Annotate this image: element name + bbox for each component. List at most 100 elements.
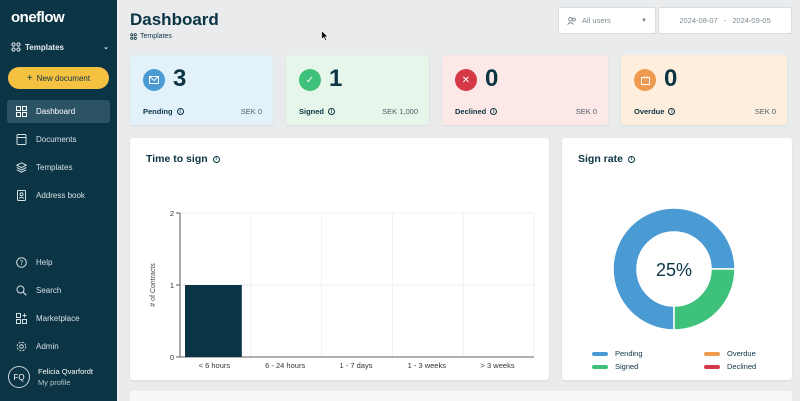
sidebar-item-label: Help <box>36 258 53 267</box>
new-document-label: New document <box>36 73 91 83</box>
avatar: FQ <box>8 366 30 388</box>
info-icon[interactable]: i <box>328 108 336 115</box>
users-filter-select[interactable]: All users ▼ <box>558 7 656 34</box>
calendar-icon <box>634 69 656 91</box>
grid-icon <box>15 106 27 118</box>
x-tick-label: 6 - 24 hours <box>265 361 305 370</box>
legend-item-pending: Pending <box>592 349 643 358</box>
stat-label: Declined <box>455 107 487 116</box>
oneflow-logo[interactable]: oneflow <box>11 9 65 26</box>
stat-amount: SEK 0 <box>754 107 776 116</box>
address-book-icon <box>15 190 27 202</box>
next-panel-edge <box>130 391 792 401</box>
y-tick-label: 0 <box>170 353 174 362</box>
sidebar-item-help[interactable]: ? Help <box>7 251 110 274</box>
sidebar-item-search[interactable]: Search <box>7 279 110 302</box>
stat-card-overdue[interactable]: 0 Overdue i SEK 0 <box>621 55 787 125</box>
bar <box>185 285 242 357</box>
mouse-cursor-icon <box>321 30 329 42</box>
check-icon: ✓ <box>299 69 321 91</box>
legend-label: Pending <box>615 349 643 358</box>
x-tick-label: 1 - 3 weeks <box>408 361 447 370</box>
sidebar-item-label: Marketplace <box>36 314 80 323</box>
legend-item-signed: Signed <box>592 362 638 371</box>
new-document-button[interactable]: + New document <box>8 67 109 89</box>
info-icon[interactable]: i <box>668 108 676 115</box>
sidebar-item-label: Dashboard <box>36 107 76 116</box>
stat-amount: SEK 0 <box>240 107 262 116</box>
stat-card-signed[interactable]: ✓ 1 Signed i SEK 1,000 <box>286 55 429 125</box>
stat-count: 1 <box>329 65 343 92</box>
legend-swatch <box>592 364 608 369</box>
y-tick-label: 2 <box>170 209 174 218</box>
page-title: Dashboard <box>130 10 219 29</box>
stat-count: 3 <box>173 65 187 92</box>
user-profile-link[interactable]: My profile <box>38 377 93 388</box>
workspace-label: Templates <box>25 42 64 52</box>
legend-label: Signed <box>615 362 639 371</box>
sidebar-item-documents[interactable]: Documents <box>7 128 110 151</box>
y-tick-label: 1 <box>170 281 174 290</box>
sidebar-item-templates[interactable]: Templates <box>7 156 110 179</box>
sidebar-item-label: Search <box>36 286 62 295</box>
stat-label: Signed <box>299 107 325 116</box>
sidebar-item-label: Documents <box>36 135 77 144</box>
stat-amount: SEK 0 <box>575 107 597 116</box>
workspace-switcher[interactable]: Templates ⌄ <box>11 40 109 54</box>
sidebar-item-dashboard[interactable]: Dashboard <box>7 100 110 123</box>
x-tick-label: < 6 hours <box>199 361 231 370</box>
date-separator: - <box>723 16 727 25</box>
stat-amount: SEK 1,000 <box>382 107 418 116</box>
stat-card-pending[interactable]: 3 Pending i SEK 0 <box>130 55 273 125</box>
document-icon <box>15 134 27 146</box>
stat-count: 0 <box>664 65 678 92</box>
date-range-picker[interactable]: 2024-08-07 - 2024-09-05 <box>658 7 792 34</box>
stat-count: 0 <box>485 65 499 92</box>
center-percentage: 25% <box>656 260 692 280</box>
user-profile[interactable]: FQ Felicia Qvarfordt My profile <box>8 366 113 388</box>
svg-text:?: ? <box>19 259 23 267</box>
sidebar-item-admin[interactable]: Admin <box>7 335 110 358</box>
stat-card-declined[interactable]: ✕ 0 Declined i SEK 0 <box>442 55 608 125</box>
legend-swatch <box>592 351 608 356</box>
marketplace-icon <box>15 313 27 325</box>
date-to[interactable]: 2024-09-05 <box>732 16 770 25</box>
users-icon <box>567 16 577 26</box>
legend-swatch <box>704 364 720 369</box>
x-tick-label: > 3 weeks <box>481 361 515 370</box>
legend-swatch <box>704 351 720 356</box>
breadcrumb[interactable]: Templates <box>130 33 172 40</box>
stat-label: Overdue <box>634 107 665 116</box>
sign-rate-panel: Sign rate i 25% Pending Overdue Signed De… <box>562 138 792 380</box>
legend-label: Declined <box>727 362 757 371</box>
help-icon: ? <box>15 257 27 269</box>
time-to-sign-chart: 0 1 2 # of Contracts < 6 hours 6 - 24 hours 1 … <box>150 209 535 370</box>
search-icon <box>15 285 27 297</box>
breadcrumb-label: Templates <box>140 33 172 40</box>
info-icon[interactable]: i <box>176 108 184 115</box>
close-icon: ✕ <box>455 69 477 91</box>
gear-icon <box>15 341 27 353</box>
sidebar-item-label: Admin <box>36 342 59 351</box>
info-icon[interactable]: i <box>490 108 498 115</box>
x-tick-label: 1 - 7 days <box>340 361 373 370</box>
stat-label: Pending <box>143 107 173 116</box>
sidebar: oneflow Templates ⌄ + New document Dashb… <box>0 0 117 401</box>
sidebar-item-label: Address book <box>36 191 85 200</box>
workspace-icon <box>11 42 21 52</box>
legend-item-declined: Declined <box>704 362 756 371</box>
sidebar-item-marketplace[interactable]: Marketplace <box>7 307 110 330</box>
chevron-down-icon: ⌄ <box>103 44 109 51</box>
workspace-icon <box>130 33 137 40</box>
layers-icon <box>15 162 27 174</box>
legend-item-overdue: Overdue <box>704 349 756 358</box>
sign-rate-chart: 25% <box>612 207 736 331</box>
plus-icon: + <box>26 72 33 84</box>
sidebar-item-address-book[interactable]: Address book <box>7 184 110 207</box>
sidebar-item-label: Templates <box>36 163 73 172</box>
date-from[interactable]: 2024-08-07 <box>679 16 717 25</box>
users-filter-value: All users <box>582 16 611 25</box>
chevron-down-icon: ▼ <box>641 17 647 24</box>
legend-label: Overdue <box>727 349 756 358</box>
y-axis-label: # of Contracts <box>150 263 157 307</box>
